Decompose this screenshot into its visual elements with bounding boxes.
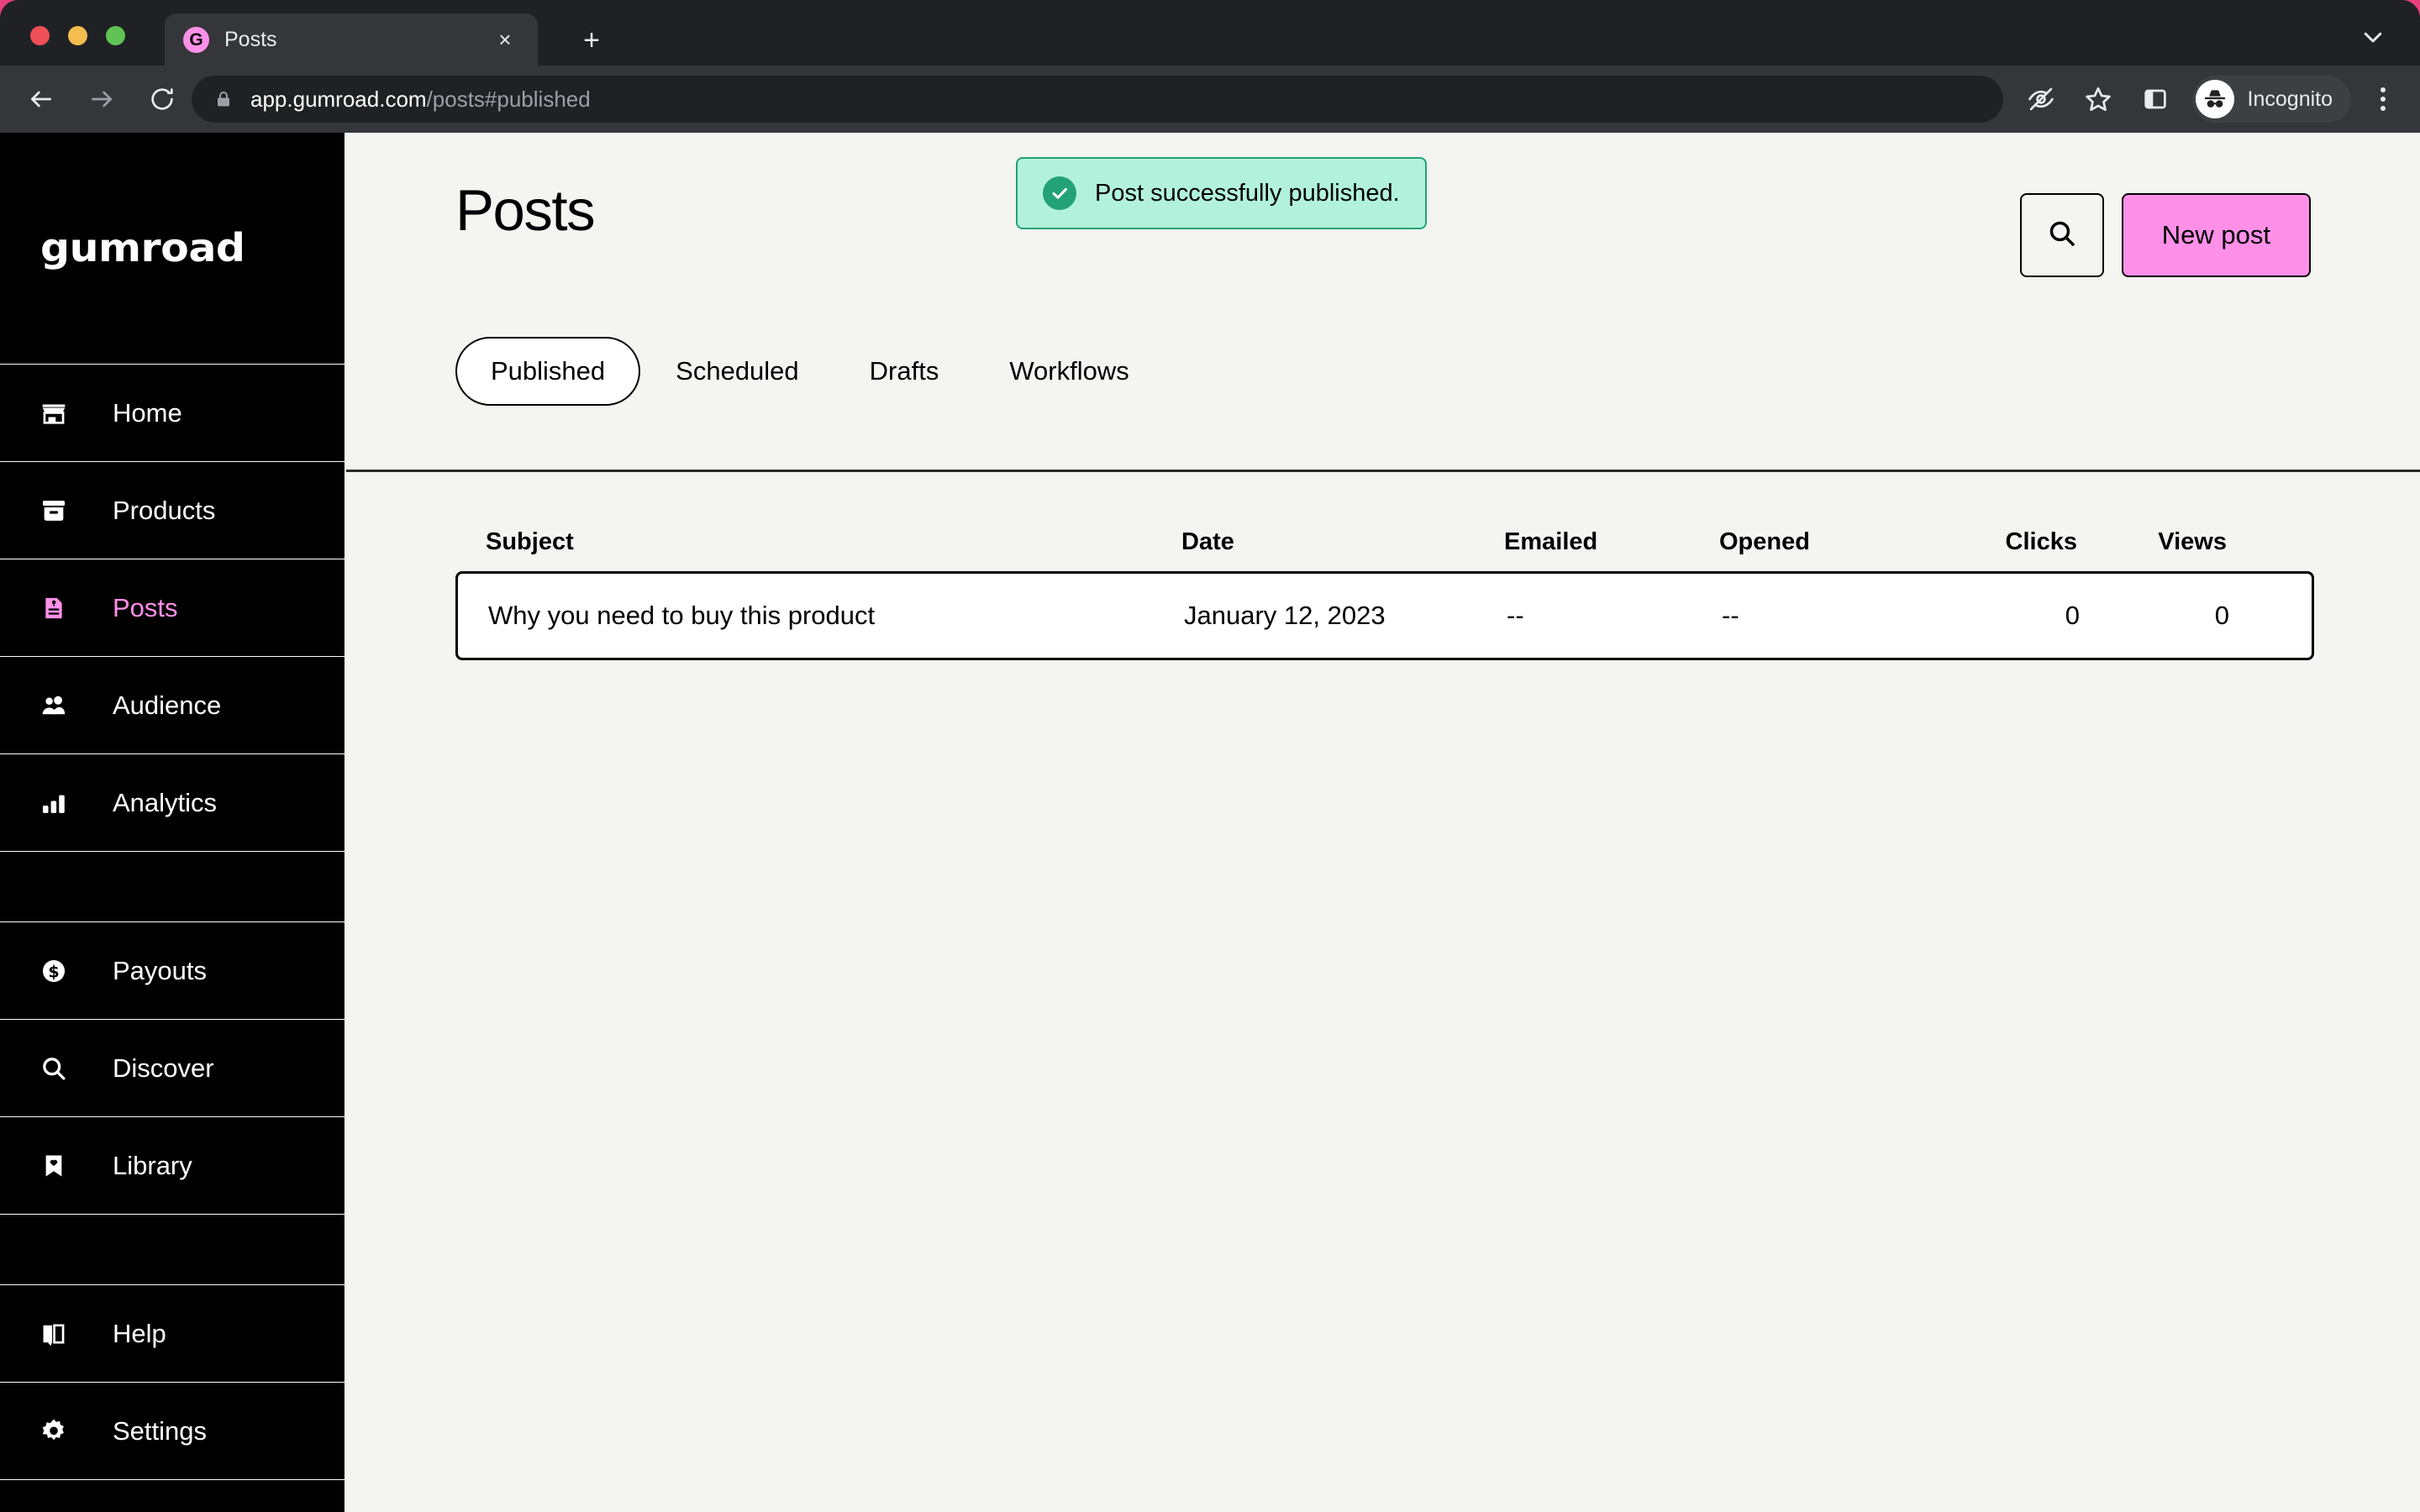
menu-dot [2381,87,2386,92]
lock-icon[interactable] [213,89,234,109]
gumroad-favicon-icon: G [183,26,209,53]
page-viewport: gumroad Home Products Posts Audience Ana… [0,133,2420,1512]
browser-tab[interactable]: G Posts × [165,13,538,66]
search-button[interactable] [2019,193,2104,277]
sidebar-item-products[interactable]: Products [0,462,345,559]
browser-tab-title: Posts [224,27,277,51]
close-window-button[interactable] [30,26,50,45]
chevron-down-icon[interactable] [2354,18,2391,55]
check-circle-icon [1043,176,1076,210]
tab-drafts[interactable]: Drafts [834,337,975,406]
cell-opened: -- [1722,601,1739,630]
new-post-button[interactable]: New post [2121,193,2311,277]
sidebar-item-posts[interactable]: Posts [0,559,345,657]
tab-workflows[interactable]: Workflows [974,337,1164,406]
back-arrow-icon[interactable] [15,73,67,125]
sidebar-item-label: Analytics [113,787,218,817]
search-icon [2046,218,2078,254]
sidebar-item-label: Discover [113,1053,214,1083]
menu-dot [2381,97,2386,102]
sidebar-item-label: Home [113,397,182,428]
browser-toolbar: app.gumroad.com/posts#published Incognit… [0,66,2420,133]
eye-slash-icon[interactable] [2018,76,2065,123]
minimize-window-button[interactable] [68,26,87,45]
side-panel-icon[interactable] [2132,76,2179,123]
column-header-clicks[interactable]: Clicks [1918,528,2077,556]
column-header-emailed[interactable]: Emailed [1504,528,1719,556]
three-dot-menu-icon[interactable] [2361,76,2405,123]
sidebar-item-label: Posts [113,592,178,622]
forward-arrow-icon[interactable] [76,73,128,125]
people-icon [37,689,71,722]
browser-tab-strip: G Posts × + [0,0,2420,66]
dollar-circle-icon: $ [37,954,71,988]
open-book-icon [37,1317,71,1351]
address-bar-path: /posts#published [426,86,591,112]
menu-dot [2381,106,2386,111]
page-title: Posts [455,178,596,243]
bar-chart-icon [37,786,71,820]
sidebar-item-label: Settings [113,1415,208,1446]
storefront-icon [37,396,71,430]
sidebar-divider-upper [0,852,345,922]
sidebar-item-settings[interactable]: Settings [0,1383,345,1480]
svg-text:$: $ [48,962,59,981]
profile-incognito-pill[interactable]: Incognito [2191,76,2351,123]
sidebar-item-audience[interactable]: Audience [0,657,345,754]
sidebar-item-label: Audience [113,690,222,720]
address-bar[interactable]: app.gumroad.com/posts#published [192,76,2003,123]
cell-date: January 12, 2023 [1184,601,1386,630]
bookmark-heart-icon [37,1149,71,1183]
column-header-opened[interactable]: Opened [1719,528,1918,556]
profile-label: Incognito [2247,87,2333,111]
sidebar-item-library[interactable]: Library [0,1117,345,1215]
app-sidebar: gumroad Home Products Posts Audience Ana… [0,133,345,1512]
magnifier-icon [37,1052,71,1085]
table-header-row: Subject Date Emailed Opened Clicks Views [455,512,2314,571]
column-header-views[interactable]: Views [2077,528,2227,556]
column-header-subject[interactable]: Subject [486,528,1181,556]
sidebar-item-help[interactable]: Help [0,1285,345,1383]
cell-subject: Why you need to buy this product [488,601,876,630]
column-header-date[interactable]: Date [1181,528,1504,556]
star-icon[interactable] [2075,76,2122,123]
sidebar-item-label: Help [113,1318,166,1348]
cell-emailed: -- [1507,601,1524,630]
close-tab-icon[interactable]: × [491,25,519,54]
posts-table: Subject Date Emailed Opened Clicks Views… [455,512,2314,660]
gumroad-logo[interactable]: gumroad [0,133,345,365]
sidebar-item-payouts[interactable]: $ Payouts [0,922,345,1020]
cell-clicks: 0 [2065,601,2080,630]
toolbar-actions: Incognito [2012,66,2420,133]
maximize-window-button[interactable] [106,26,125,45]
page-header: Posts Post successfully published. New p… [346,133,2420,472]
gear-icon [37,1415,71,1448]
toast-message: Post successfully published. [1095,179,1400,207]
main-content: Posts Post successfully published. New p… [346,133,2420,1512]
new-tab-icon[interactable]: + [576,25,607,55]
window-traffic-lights [30,26,125,45]
sidebar-item-home[interactable]: Home [0,365,345,462]
cell-views: 0 [2214,601,2229,630]
tab-scheduled[interactable]: Scheduled [640,337,834,406]
tab-published[interactable]: Published [455,337,641,406]
address-bar-host: app.gumroad.com [250,86,427,112]
sidebar-item-discover[interactable]: Discover [0,1020,345,1117]
sidebar-divider-lower [0,1215,345,1285]
sidebar-item-analytics[interactable]: Analytics [0,754,345,852]
sidebar-item-label: Library [113,1150,192,1180]
header-actions: New post [2019,193,2311,277]
reload-icon[interactable] [136,73,188,125]
success-toast: Post successfully published. [1016,157,1427,229]
document-pin-icon [37,591,71,625]
incognito-avatar-icon [2195,80,2234,118]
gumroad-logo-text: gumroad [40,225,245,271]
address-bar-url: app.gumroad.com/posts#published [250,87,591,113]
sidebar-item-label: Payouts [113,955,208,985]
archive-box-icon [37,494,71,528]
posts-tabs: Published Scheduled Drafts Workflows [455,337,1165,406]
table-row[interactable]: Why you need to buy this product January… [455,571,2314,660]
sidebar-item-label: Products [113,495,216,525]
browser-window: G Posts × + app.gumroad.com/posts#publis… [0,0,2420,1512]
